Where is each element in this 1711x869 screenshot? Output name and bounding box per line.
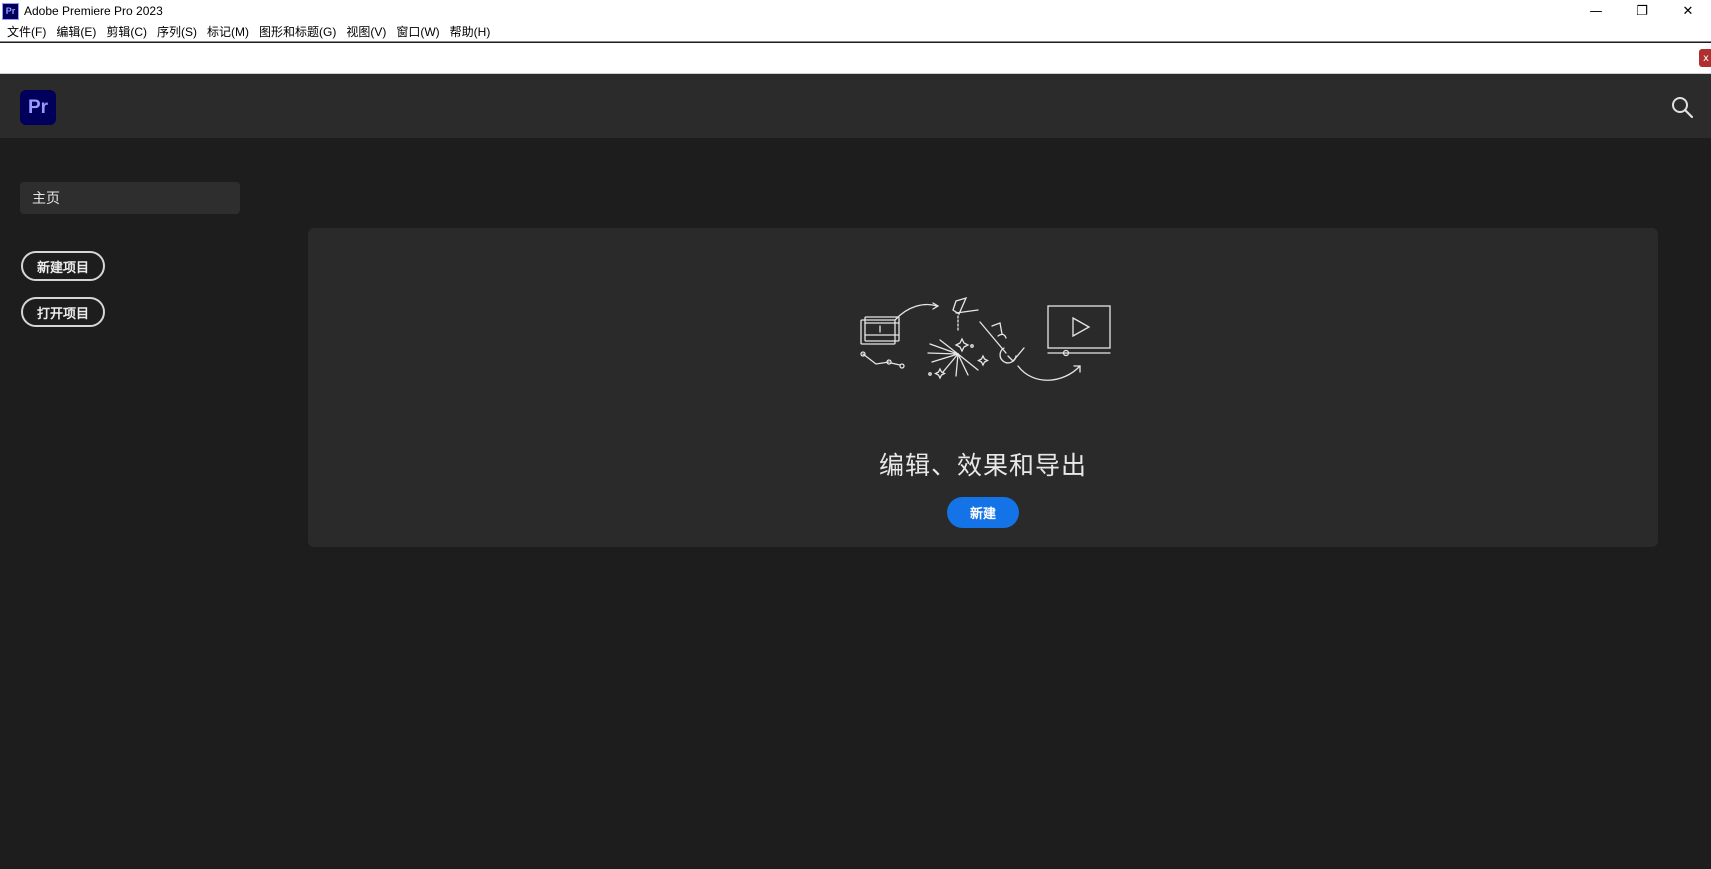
menu-clip[interactable]: 剪辑(C) xyxy=(101,22,152,42)
new-button[interactable]: 新建 xyxy=(947,497,1019,528)
video-monitor-icon xyxy=(1047,305,1111,357)
strip-close-button[interactable]: x xyxy=(1699,49,1711,67)
window-title: Adobe Premiere Pro 2023 xyxy=(24,4,163,18)
new-project-button[interactable]: 新建项目 xyxy=(21,251,106,281)
app-icon: Pr xyxy=(2,2,19,20)
menu-markers[interactable]: 标记(M) xyxy=(202,22,254,42)
menu-sequence[interactable]: 序列(S) xyxy=(152,22,202,42)
menu-window[interactable]: 窗口(W) xyxy=(391,22,444,42)
sparkle-icon xyxy=(927,337,989,380)
text-icon xyxy=(979,321,1007,354)
menu-edit[interactable]: 编辑(E) xyxy=(51,22,101,42)
film-clip-icon xyxy=(860,316,905,369)
open-project-button[interactable]: 打开项目 xyxy=(21,297,106,327)
window-controls: — ❐ ✕ xyxy=(1573,0,1711,22)
menu-bar: 文件(F) 编辑(E) 剪辑(C) 序列(S) 标记(M) 图形和标题(G) 视… xyxy=(0,22,1711,42)
search-icon[interactable] xyxy=(1669,94,1695,120)
minimize-button[interactable]: — xyxy=(1573,0,1619,22)
pen-icon xyxy=(952,296,979,331)
menu-help[interactable]: 帮助(H) xyxy=(445,22,496,42)
workflow-illustration xyxy=(858,296,1118,388)
welcome-card: 编辑、效果和导出 新建 xyxy=(308,228,1658,547)
card-heading: 编辑、效果和导出 xyxy=(878,451,1087,480)
sidebar-item-home[interactable]: 主页 xyxy=(20,182,240,214)
menu-graphics-titles[interactable]: 图形和标题(G) xyxy=(254,22,341,42)
close-button[interactable]: ✕ xyxy=(1665,0,1711,22)
notification-strip: x xyxy=(0,43,1711,74)
premiere-logo: Pr xyxy=(20,90,56,125)
app-header: Pr xyxy=(0,74,1711,138)
menu-view[interactable]: 视图(V) xyxy=(341,22,391,42)
window-title-bar: Pr Adobe Premiere Pro 2023 — ❐ ✕ xyxy=(0,0,1711,22)
restore-button[interactable]: ❐ xyxy=(1619,0,1665,22)
menu-file[interactable]: 文件(F) xyxy=(2,22,51,42)
